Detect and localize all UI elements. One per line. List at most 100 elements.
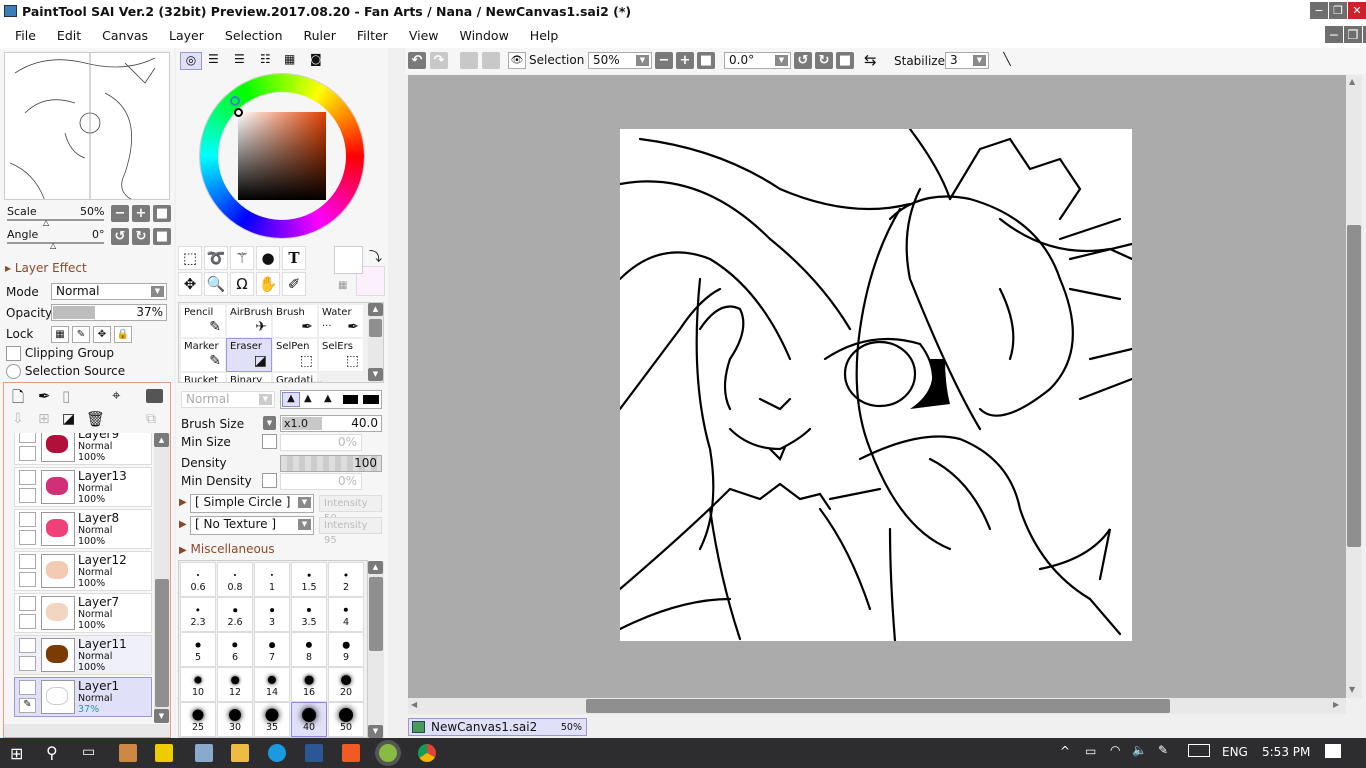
zoom-in-button[interactable]: + (132, 205, 150, 222)
angle-slider-handle[interactable]: △ (50, 241, 56, 250)
apply-mask-icon[interactable]: ⧉ (146, 411, 156, 427)
layer-lock-checkbox[interactable] (19, 488, 36, 503)
menu-window[interactable]: Window (460, 28, 509, 43)
canvas-rotate-left-button[interactable]: ↺ (794, 52, 812, 69)
chrome-icon[interactable] (418, 744, 436, 762)
start-button[interactable]: ⊞ (10, 744, 23, 763)
task-view-icon[interactable]: ▭ (82, 744, 95, 760)
lasso-tool[interactable]: ➰ (204, 246, 228, 270)
brush-size-preset[interactable]: 25 (180, 702, 216, 737)
tip-shape-5[interactable] (363, 395, 379, 404)
brush-size-preset[interactable]: 4 (328, 597, 364, 632)
file-explorer-icon[interactable] (231, 744, 249, 762)
deselect-button[interactable] (460, 52, 478, 69)
menu-filter[interactable]: Filter (357, 28, 388, 43)
layer-effect-header[interactable]: ▸ Layer Effect (5, 261, 87, 275)
scroll-down-button[interactable]: ▼ (1349, 685, 1355, 694)
scroll-down-button[interactable]: ▼ (368, 725, 383, 738)
brush-tool-bucket[interactable]: Bucket (180, 372, 226, 382)
brush-size-preset[interactable]: 9 (328, 632, 364, 667)
layer-row[interactable]: Layer9 Normal 100% (14, 433, 152, 465)
scrollbar-thumb[interactable] (155, 579, 169, 707)
new-layer-icon[interactable]: 🗋 (12, 387, 24, 412)
min-size-slider[interactable]: 0% (280, 434, 362, 451)
move-tool[interactable]: ✥ (178, 272, 202, 296)
menu-selection[interactable]: Selection (225, 28, 283, 43)
brush-tool-eraser[interactable]: Eraser ◪ (226, 338, 272, 372)
mode-select[interactable]: Normal ▼ (51, 283, 167, 300)
layer-visibility-checkbox[interactable] (19, 638, 36, 653)
layer-lock-checkbox[interactable] (19, 572, 36, 587)
scroll-down-button[interactable]: ▼ (154, 709, 169, 723)
layer-lock-checkbox[interactable] (19, 614, 36, 629)
canvas-rotate-right-button[interactable]: ↻ (815, 52, 833, 69)
merge-down-icon[interactable]: ⇩ (12, 411, 24, 427)
opacity-slider[interactable]: 37% (51, 304, 167, 321)
brush-size-preset[interactable]: 2.3 (180, 597, 216, 632)
brush-size-preset[interactable]: 50 (328, 702, 364, 737)
layer-list-scrollbar[interactable]: ▲ ▼ (154, 433, 170, 723)
rotate-reset-button[interactable]: ■ (153, 228, 171, 245)
zoom-tool[interactable]: 🔍 (204, 272, 228, 296)
lock-transparency-button[interactable]: ▦ (51, 326, 69, 343)
skype-icon[interactable] (268, 744, 286, 762)
canvas-hscrollbar[interactable]: ◀ ▶ (408, 698, 1346, 714)
miscellaneous-header[interactable]: ▶ Miscellaneous (179, 542, 275, 556)
min-density-slider[interactable]: 0% (280, 473, 362, 490)
new-folder-icon[interactable]: ▯ (62, 387, 70, 405)
sv-cursor[interactable] (234, 108, 243, 117)
speaker-app-icon[interactable] (119, 744, 137, 762)
canvas-zoom-in-button[interactable]: + (676, 52, 694, 69)
shape-intensity-slider[interactable]: Intensity 50 (319, 495, 382, 524)
scroll-up-button[interactable]: ▲ (368, 303, 383, 316)
layer-row[interactable]: Layer7 Normal 100% (14, 593, 152, 633)
clipping-group-checkbox[interactable]: Clipping Group (6, 346, 114, 361)
swap-colors-icon[interactable]: ⤵ (369, 246, 382, 265)
close-button[interactable]: ✕ (1348, 2, 1366, 19)
min-density-checkbox[interactable] (262, 473, 277, 488)
panel-splitter[interactable] (389, 48, 405, 738)
menu-canvas[interactable]: Canvas (102, 28, 148, 43)
pen-icon[interactable]: ✎ (1158, 743, 1168, 757)
brush-tool-water[interactable]: Water ... ✒ (318, 304, 364, 338)
show-hidden-icons[interactable]: ^ (1060, 744, 1070, 758)
brush-tool-binary[interactable]: Binary ... (226, 372, 272, 382)
brush-size-preset[interactable]: 2 (328, 562, 364, 597)
search-icon[interactable]: ⚲ (46, 743, 58, 762)
menu-layer[interactable]: Layer (169, 28, 204, 43)
eyedropper-tool[interactable]: ✐ (282, 272, 306, 296)
tip-shape-3[interactable]: ▲ (324, 393, 332, 404)
zoom-select[interactable]: 50% ▼ (588, 52, 652, 69)
lock-paint-button[interactable]: ✎ (72, 326, 90, 343)
doc-minimize-button[interactable]: − (1325, 26, 1343, 43)
layer-visibility-checkbox[interactable] (19, 433, 36, 443)
blend-mode-select[interactable]: Normal ▼ (181, 391, 275, 408)
rgb-slider-tab[interactable]: ☰ (208, 52, 219, 66)
sticky-notes-icon[interactable] (155, 744, 173, 762)
brush-size-preset[interactable]: 7 (254, 632, 290, 667)
layer-visibility-checkbox[interactable] (19, 680, 36, 695)
rotate-tool[interactable]: Ω (230, 272, 254, 296)
menu-view[interactable]: View (409, 28, 439, 43)
layer-row[interactable]: ✎ Layer1 Normal 37% (14, 677, 152, 717)
brush-tool-pencil[interactable]: Pencil ✎ (180, 304, 226, 338)
canvas-vscrollbar[interactable]: ▲ ▼ (1346, 75, 1362, 698)
size-grid-scrollbar[interactable]: ▲ ▼ (368, 561, 384, 738)
scroll-up-button[interactable]: ▲ (154, 433, 169, 447)
flip-horizontal-button[interactable]: ⇆ (864, 51, 877, 69)
menu-ruler[interactable]: Ruler (304, 28, 336, 43)
scroll-up-button[interactable]: ▲ (1349, 77, 1355, 86)
brush-size-slider[interactable]: x1.0 40.0 (280, 415, 382, 432)
layer-transform-icon[interactable]: ⌖ (112, 386, 120, 404)
menu-help[interactable]: Help (530, 28, 559, 43)
brush-size-preset[interactable]: 8 (291, 632, 327, 667)
layer-lock-checkbox[interactable] (19, 446, 36, 461)
brush-size-preset[interactable]: 20 (328, 667, 364, 702)
rect-select-tool[interactable]: ⬚ (178, 246, 202, 270)
wifi-icon[interactable]: ◠ (1110, 743, 1120, 757)
layer-lock-checkbox[interactable] (19, 530, 36, 545)
layer-mask-icon[interactable] (146, 389, 163, 403)
new-pen-layer-icon[interactable]: ✒ (38, 387, 51, 405)
brush-size-preset[interactable]: 14 (254, 667, 290, 702)
word-icon[interactable] (305, 744, 323, 762)
